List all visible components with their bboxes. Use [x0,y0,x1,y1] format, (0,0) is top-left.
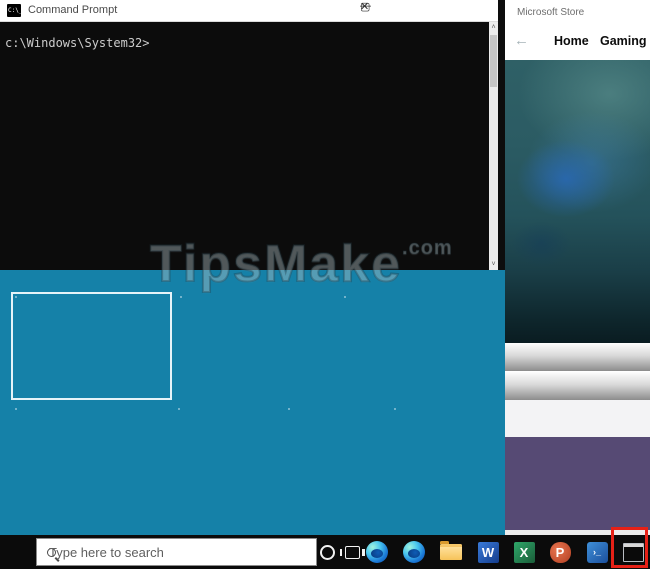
store-hero-image[interactable] [505,60,650,343]
taskbar-preview-overlay: Pictures W The Text Notes.docx - Wo... [0,270,507,535]
scrollbar-thumb[interactable] [490,35,497,87]
store-nav-gaming[interactable]: Gaming [600,34,647,48]
microsoft-store-window[interactable]: Microsoft Store ← Home Gaming [505,0,650,536]
console-scrollbar[interactable]: ˄ ˅ [489,22,498,270]
desktop: C:\_ Command Prompt — ▢ ✕ c:\Windows\Sys… [0,0,650,569]
task-thumbnail-word-doc[interactable]: W The Text Notes.docx - Wo... [176,292,336,398]
cortana-icon [319,544,335,560]
command-prompt-icon [622,542,644,562]
task-thumbnail-edge[interactable]: Snap your windows and 1... [11,404,171,520]
store-window-title: Microsoft Store [517,7,585,18]
search-input[interactable] [47,543,227,561]
back-arrow-icon[interactable]: ← [514,32,529,49]
close-icon[interactable]: ✕ [360,0,369,13]
taskbar-command-prompt-button[interactable] [621,540,645,564]
cortana-button[interactable] [315,540,339,564]
taskbar: W X P ›_ [0,535,650,569]
command-prompt-window[interactable]: C:\_ Command Prompt — ▢ ✕ c:\Windows\Sys… [0,0,498,270]
store-content-band [505,343,650,371]
taskbar-search-box[interactable] [36,538,317,566]
taskbar-powerpoint-button[interactable]: P [548,540,572,564]
word-icon: W [477,541,499,563]
taskbar-edge-button-1[interactable] [365,540,389,564]
store-nav-home[interactable]: Home [554,34,589,48]
window-controls: — ▢ ✕ [360,0,498,22]
taskbar-file-explorer-button[interactable] [439,540,463,564]
task-view-button[interactable] [339,540,365,564]
edge-icon [403,541,425,563]
excel-icon: X [513,541,535,563]
edge-icon [366,541,388,563]
task-view-icon [339,545,365,559]
command-prompt-app-icon: C:\_ [7,4,23,17]
console-prompt-text: c:\Windows\System32> [5,36,150,50]
powerpoint-icon: P [549,541,571,563]
scroll-down-icon[interactable]: ˅ [489,259,498,270]
taskbar-edge-button-2[interactable] [402,540,426,564]
taskbar-word-button[interactable]: W [476,540,500,564]
task-thumbnail-powerpoint[interactable]: P Presentation1 - PowerPoint Click to ad… [340,292,500,398]
task-thumbnail-powershell[interactable]: ›_ Windows Po... [284,404,389,520]
taskbar-powershell-button[interactable]: ›_ [585,540,609,564]
start-button[interactable] [0,535,36,569]
command-prompt-titlebar[interactable]: C:\_ Command Prompt — ▢ ✕ [0,0,498,22]
powershell-icon: ›_ [586,541,608,563]
store-content-band [505,400,650,437]
scroll-up-icon[interactable]: ˄ [489,22,498,33]
task-thumbnail-excel[interactable]: X Book1 - Exc... [174,404,285,520]
task-thumbnail-wordpad-document[interactable]: W Document... [390,404,501,520]
windows-logo-icon [10,544,27,561]
store-purple-tile[interactable] [505,437,650,530]
command-prompt-icon-glyph: C:\_ [8,7,23,14]
store-content-band [505,372,650,400]
console-area[interactable]: c:\Windows\System32> ˄ ˅ [0,22,498,270]
window-title: Command Prompt [28,4,118,16]
taskbar-excel-button[interactable]: X [512,540,536,564]
file-explorer-icon [440,541,462,560]
task-thumbnail-pictures[interactable]: Pictures [11,292,172,400]
